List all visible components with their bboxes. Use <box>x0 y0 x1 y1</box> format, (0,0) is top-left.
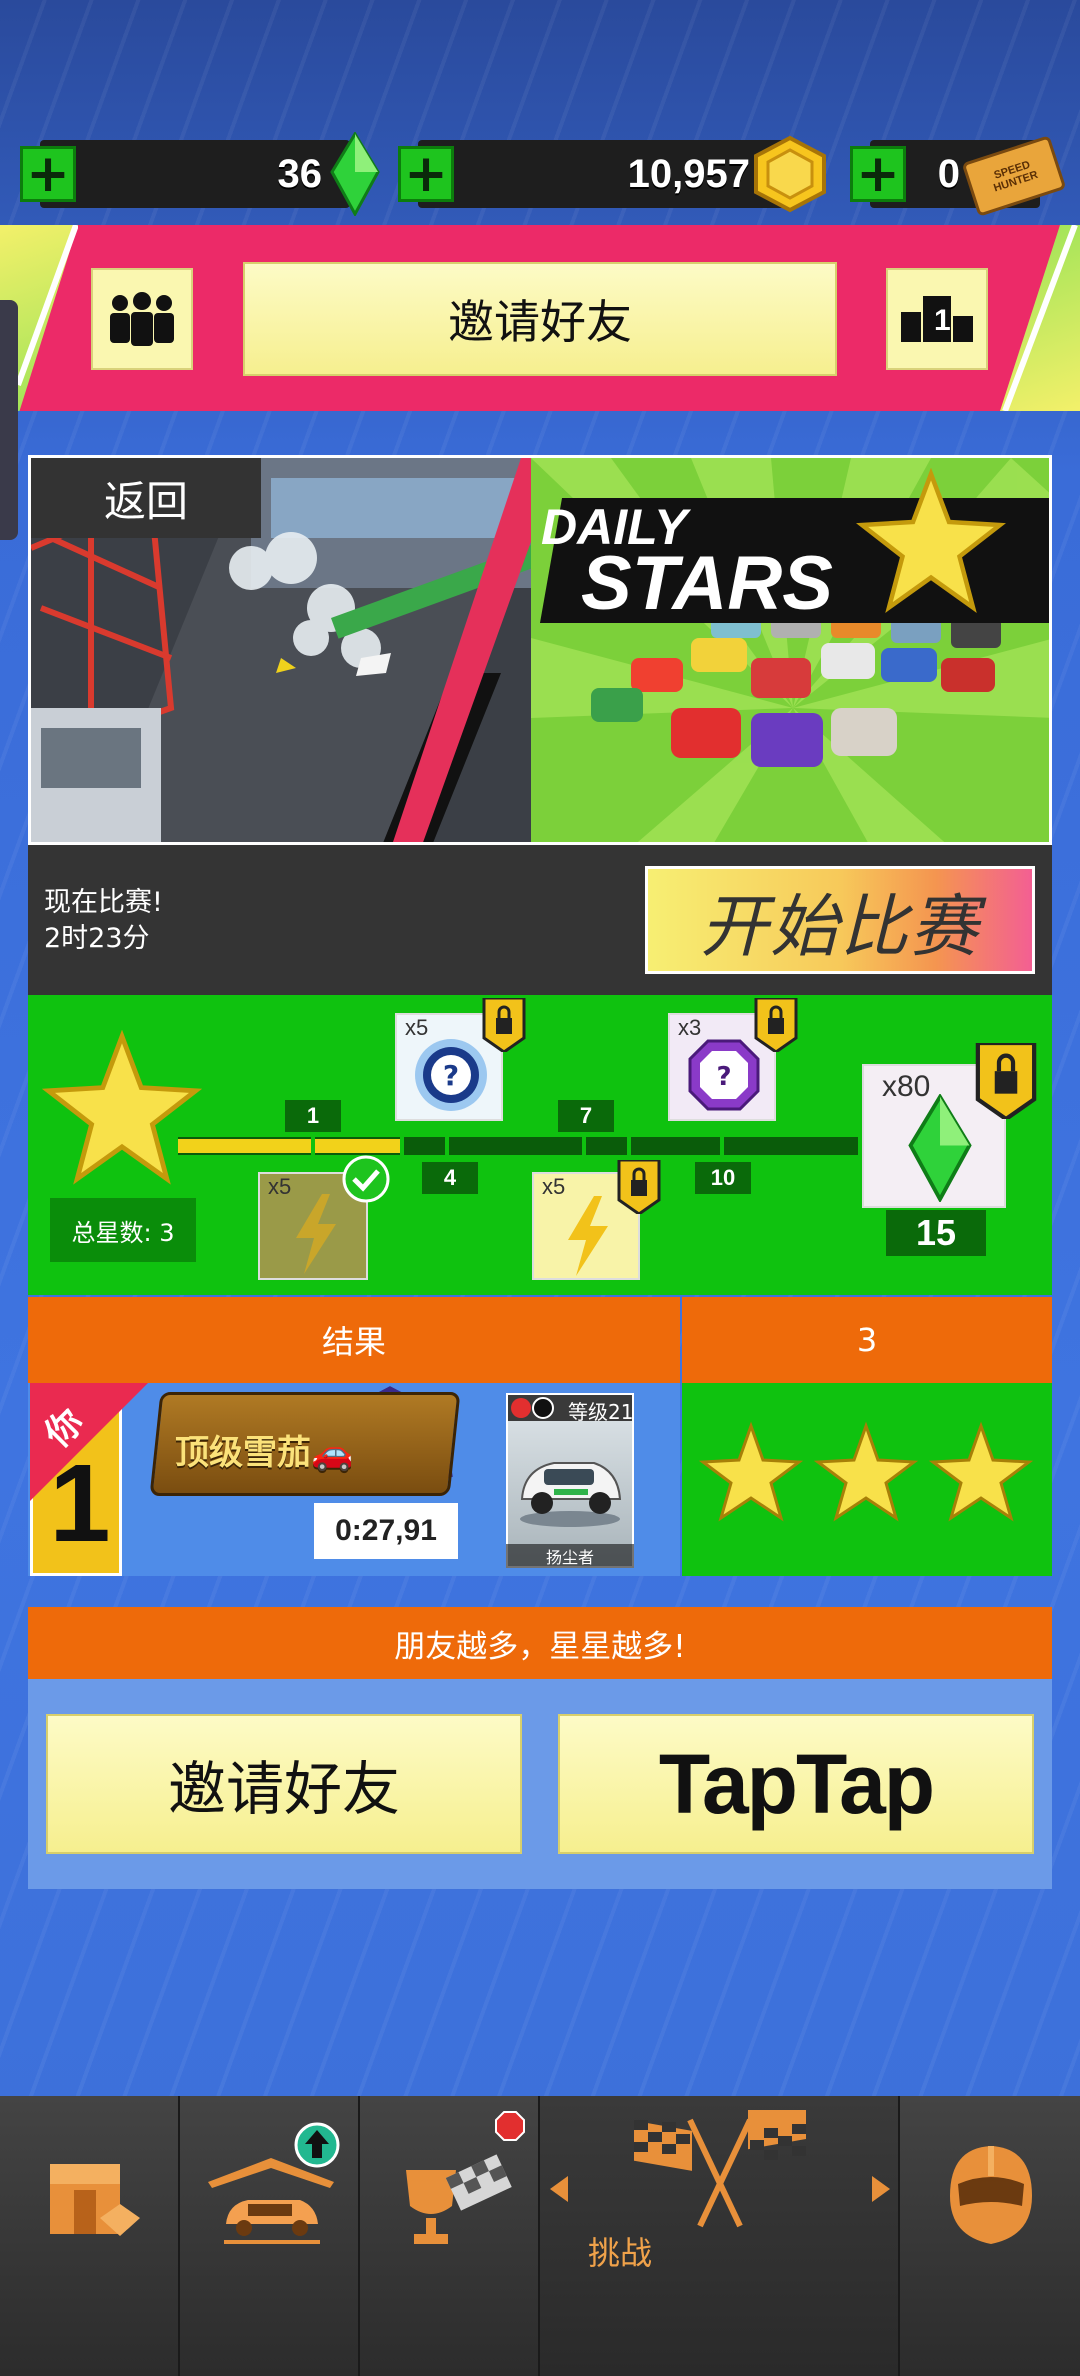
leaderboard-button[interactable]: 1 <box>886 268 988 370</box>
milestone-4: 4 <box>422 1162 478 1194</box>
add-gems-button[interactable]: + <box>20 146 76 202</box>
car-level: 等级21 <box>568 1400 634 1424</box>
lock-icon <box>482 998 526 1052</box>
taptap-button[interactable]: TapTap <box>558 1714 1034 1854</box>
progress-tick <box>582 1137 586 1155</box>
lock-icon <box>617 1160 661 1214</box>
nav-prev-arrow-icon[interactable] <box>548 2174 570 2204</box>
results-header: 结果 <box>28 1297 680 1383</box>
notification-badge-icon <box>495 2111 525 2141</box>
upgrade-arrow-icon <box>294 2122 340 2168</box>
invite-friends-button-top[interactable]: 邀请好友 <box>243 262 837 376</box>
add-coins-button[interactable]: + <box>398 146 454 202</box>
now-racing-label: 现在比赛! <box>44 887 163 918</box>
progress-tick <box>445 1137 449 1155</box>
header-stripe-decoration <box>1002 225 1078 411</box>
lightning-icon <box>296 1194 336 1274</box>
leaderboard-rank: 1 <box>934 304 951 337</box>
race-time: 0:27,91 <box>314 1503 458 1559</box>
svg-text:?: ? <box>716 1062 731 1092</box>
star-icon <box>856 468 1006 613</box>
shop-icon <box>50 2164 140 2236</box>
header-left-stripe <box>18 225 78 387</box>
progress-tick <box>311 1137 315 1155</box>
tickets-value: 0 <box>937 151 960 196</box>
daily-stars-banner: DAILY STARS 返回 <box>28 455 1052 845</box>
earned-stars <box>698 1421 1034 1522</box>
coins-value: 10,957 <box>627 151 750 196</box>
svg-text:?: ? <box>443 1059 459 1092</box>
gem-icon <box>908 1094 972 1202</box>
results-stars-count: 3 <box>682 1297 1052 1383</box>
nav-events[interactable] <box>360 2096 540 2376</box>
daily-stars-title-line2: STARS <box>581 541 833 626</box>
race-status-text: 现在比赛! 2时23分 <box>44 885 163 957</box>
add-tickets-button[interactable]: + <box>850 146 906 202</box>
progress-tick <box>400 1137 404 1155</box>
side-drawer-handle[interactable] <box>0 300 18 540</box>
big-star-icon <box>42 1030 202 1185</box>
nav-challenge-label: 挑战 <box>587 2234 652 2272</box>
nav-profile[interactable] <box>900 2096 1080 2376</box>
purple-mystery-icon: ? <box>688 1039 760 1111</box>
friends-banner: 朋友越多，星星越多! <box>28 1607 1052 1679</box>
checkered-flags-icon <box>634 2110 806 2228</box>
lock-icon <box>975 1043 1037 1119</box>
check-icon <box>342 1155 390 1203</box>
garage-icon <box>208 2158 334 2244</box>
title-plate-text: 顶级雪茄🚗 <box>175 1433 354 1473</box>
invite-friends-button[interactable]: 邀请好友 <box>46 1714 522 1854</box>
trophy-flag-icon <box>406 2154 512 2244</box>
back-button[interactable]: 返回 <box>31 458 261 538</box>
lightning-icon <box>568 1196 608 1276</box>
car-name: 扬尘者 <box>506 1544 634 1568</box>
total-stars-label: 总星数: 3 <box>50 1198 196 1262</box>
milestone-1: 1 <box>285 1100 341 1132</box>
milestone-15: 15 <box>886 1210 986 1256</box>
blue-mystery-icon: ? <box>415 1039 487 1111</box>
gem-icon <box>330 132 380 216</box>
milestone-7: 7 <box>558 1100 614 1132</box>
lock-icon <box>754 998 798 1052</box>
milestone-10: 10 <box>695 1162 751 1194</box>
progress-tick <box>720 1137 724 1155</box>
nav-shop[interactable] <box>0 2096 180 2376</box>
time-remaining: 2时23分 <box>44 923 150 954</box>
friends-icon <box>110 292 174 346</box>
brand-logo-icon <box>511 1397 554 1419</box>
car-image <box>520 1462 622 1527</box>
rank-number: 1 <box>49 1442 111 1565</box>
nav-next-arrow-icon[interactable] <box>870 2174 892 2204</box>
start-race-button[interactable]: 开始比赛 <box>645 866 1035 974</box>
progress-fill <box>178 1139 400 1153</box>
helmet-icon <box>950 2146 1032 2244</box>
gems-value: 36 <box>277 151 323 196</box>
progress-tick <box>627 1137 631 1155</box>
nav-garage[interactable] <box>180 2096 360 2376</box>
friends-button[interactable] <box>91 268 193 370</box>
coin-icon <box>754 135 826 213</box>
